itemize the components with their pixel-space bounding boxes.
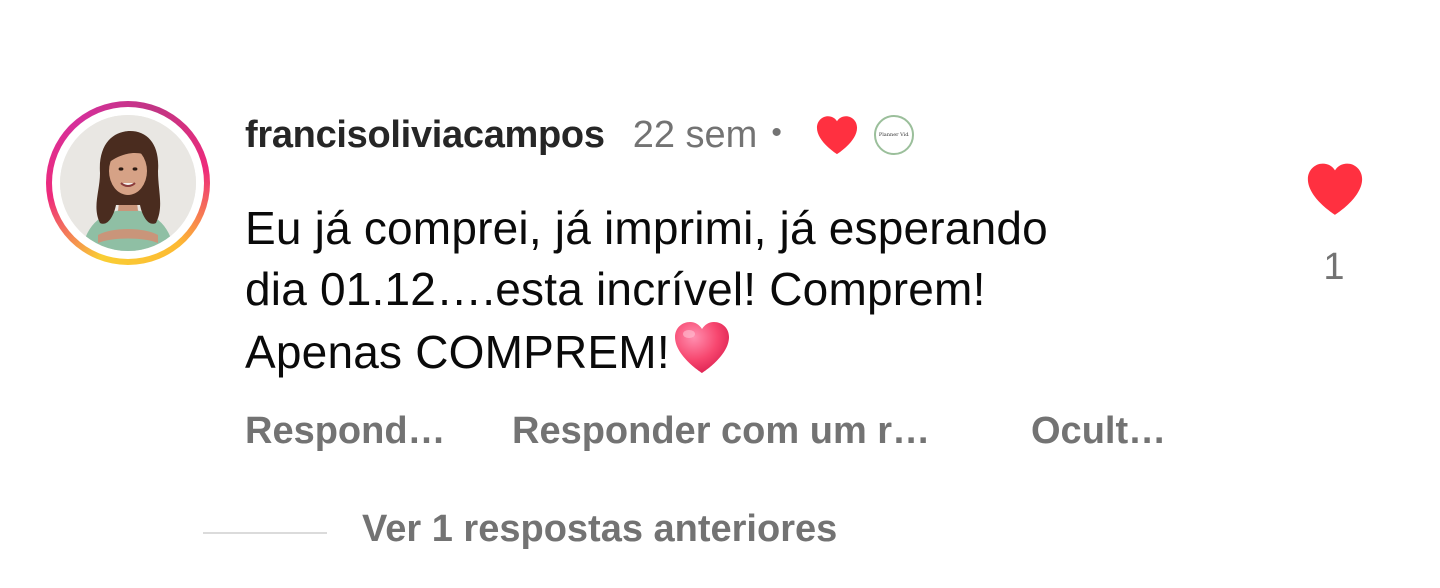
like-count: 1 [1323, 246, 1345, 288]
author-avatar: Planner Vida [873, 115, 914, 155]
author-liked-heart-icon [814, 114, 860, 156]
author-avatar-logo-text: Planner Vida [878, 132, 909, 138]
pink-heart-emoji-icon [672, 320, 732, 376]
comment-actions: Respond… Responder com um r… Ocult… [245, 403, 1166, 459]
replies-divider [203, 532, 327, 534]
reply-button[interactable]: Respond… [245, 410, 512, 453]
comment-text-line-1: Eu já comprei, já imprimi, já esperando [245, 202, 1048, 254]
comment-header: francisoliviacampos 22 sem • Planner Vid… [245, 110, 914, 160]
username[interactable]: francisoliviacampos [245, 114, 605, 157]
comment-text-line-2: dia 01.12….esta incrível! Comprem! [245, 263, 986, 315]
comment-text-line-3-wrap: Apenas COMPREM! [245, 320, 1205, 383]
avatar-story-ring[interactable] [46, 101, 210, 265]
comment-item: francisoliviacampos 22 sem • Planner Vid… [0, 0, 1440, 588]
view-previous-replies-button[interactable]: Ver 1 respostas anteriores [362, 508, 837, 551]
separator-dot: • [771, 116, 782, 149]
comment-text-line-3: Apenas COMPREM! [245, 326, 670, 378]
avatar-gap [52, 107, 204, 259]
timestamp: 22 sem [632, 113, 758, 156]
avatar-photo [60, 115, 196, 251]
comment-text: Eu já comprei, já imprimi, já esperando … [245, 198, 1205, 383]
hide-button[interactable]: Ocult… [1031, 410, 1166, 453]
like-heart-icon[interactable] [1304, 160, 1366, 218]
avatar[interactable] [60, 115, 196, 251]
reply-with-button[interactable]: Responder com um r… [512, 410, 1031, 453]
